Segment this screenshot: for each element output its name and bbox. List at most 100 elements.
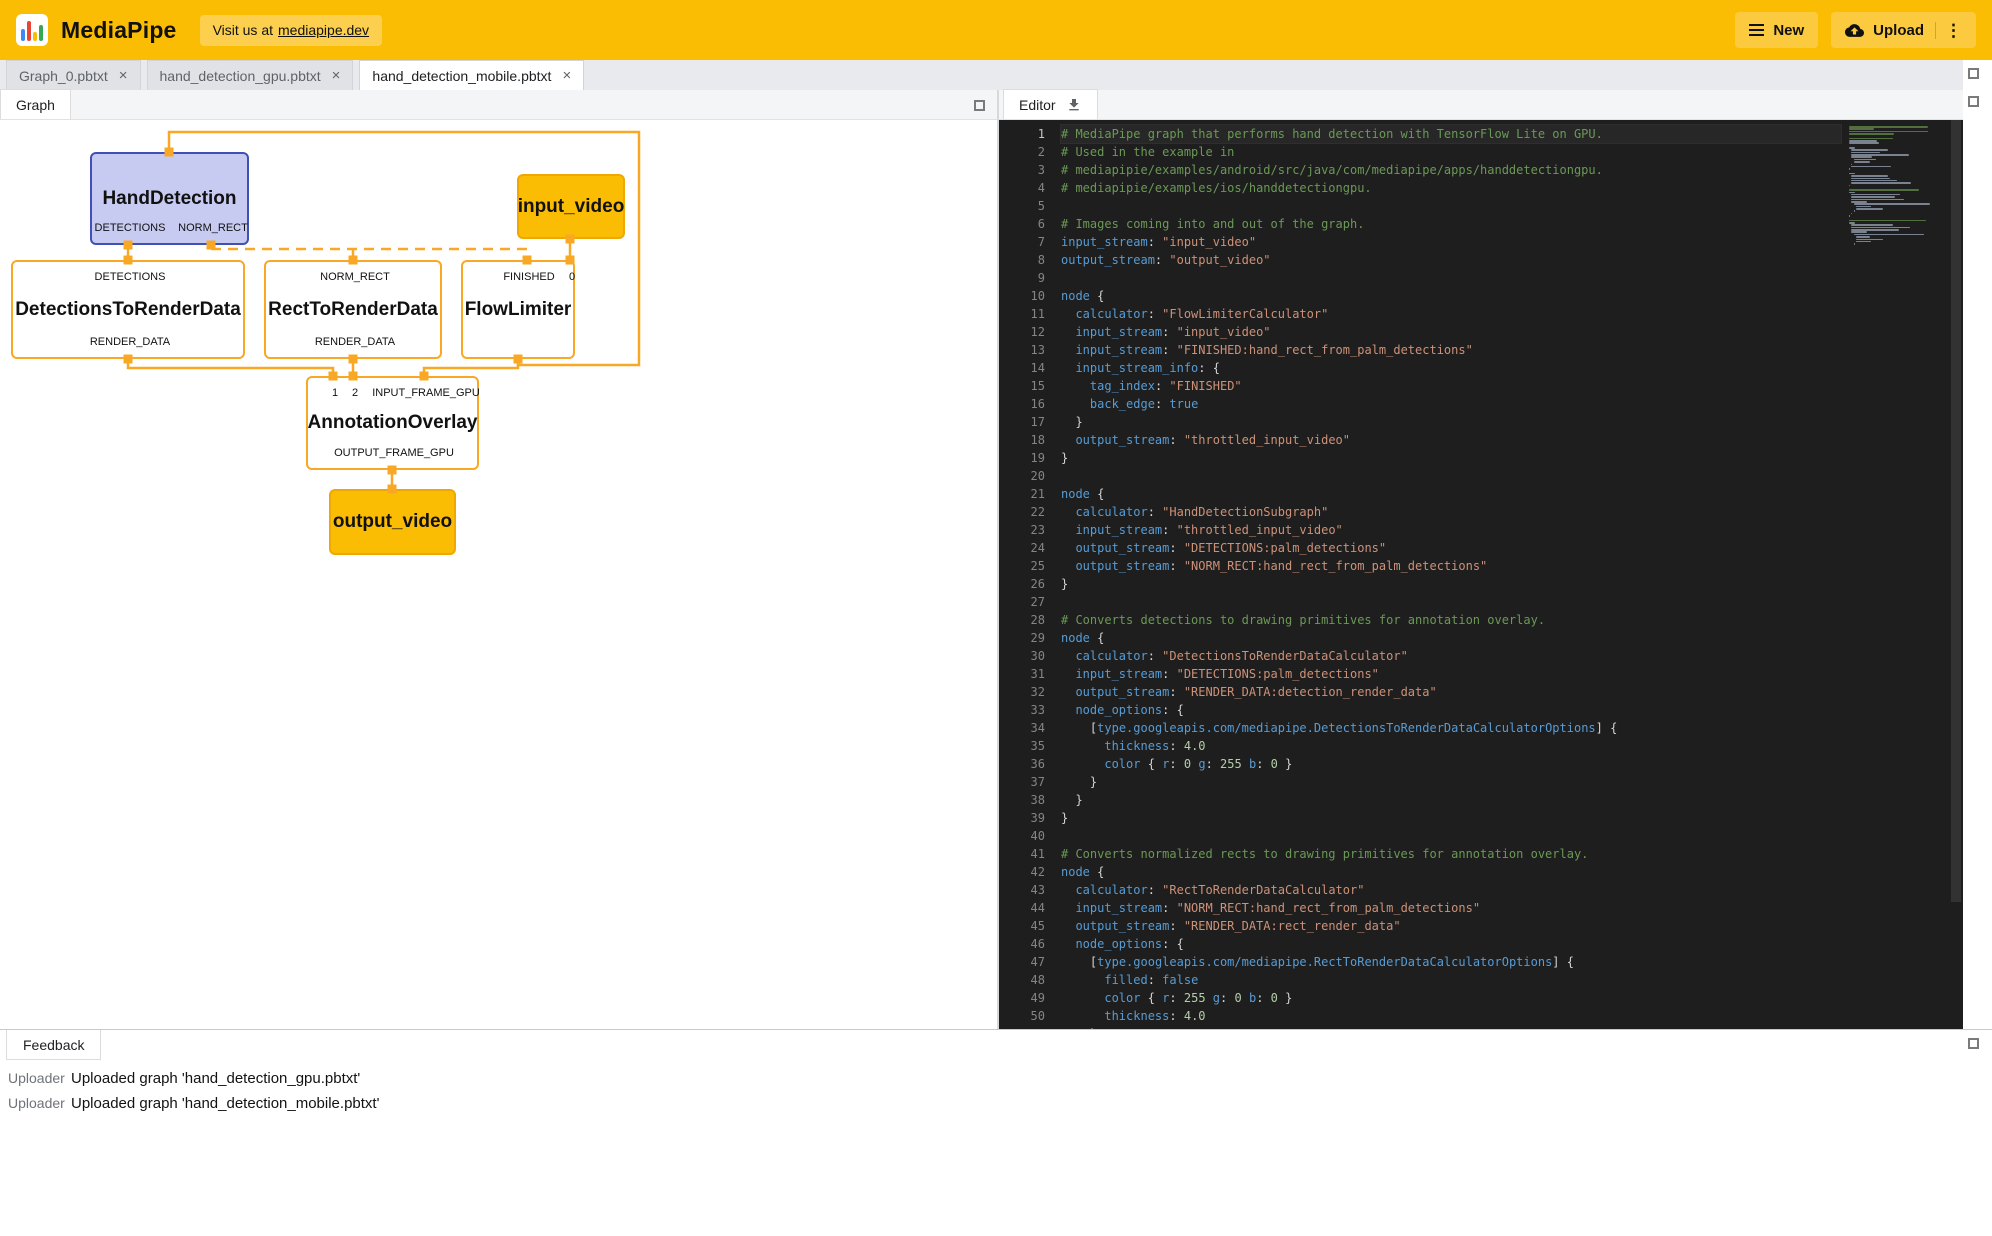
tab-graph-label: Graph: [16, 97, 55, 113]
code-line: input_stream: "FINISHED:hand_rect_from_p…: [1061, 341, 1841, 359]
line-number: 49: [999, 989, 1045, 1007]
new-button[interactable]: New: [1735, 12, 1818, 48]
line-number: 41: [999, 845, 1045, 863]
feedback-row: UploaderUploaded graph 'hand_detection_m…: [8, 1095, 379, 1112]
tab-graph[interactable]: Graph: [0, 89, 71, 119]
minimap-line: [1851, 229, 1898, 231]
line-number: 19: [999, 449, 1045, 467]
minimap-line: [1854, 234, 1924, 236]
feedback-rows: UploaderUploaded graph 'hand_detection_g…: [8, 1070, 379, 1112]
code-line: [1061, 269, 1841, 287]
minimap-line: [1851, 194, 1899, 196]
code-line: input_stream: "NORM_RECT:hand_rect_from_…: [1061, 899, 1841, 917]
line-number: 24: [999, 539, 1045, 557]
feedback-panel: Feedback UploaderUploaded graph 'hand_de…: [0, 1029, 1992, 1236]
editor-minimap[interactable]: [1849, 126, 1947, 246]
port-label: RENDER_DATA: [90, 336, 170, 348]
code-line: }: [1061, 791, 1841, 809]
tab-feedback-label: Feedback: [23, 1037, 84, 1053]
node-title: RectToRenderData: [268, 299, 438, 321]
code-editor[interactable]: 1234567891011121314151617181920212223242…: [999, 120, 1963, 1029]
minimap-line: [1849, 220, 1926, 222]
mediapipe-visualizer: MediaPipe Visit us at mediapipe.dev New …: [0, 0, 1992, 1236]
minimap-line: [1854, 243, 1855, 245]
app-header: MediaPipe Visit us at mediapipe.dev New …: [0, 0, 1992, 60]
graph-node-HandDetection[interactable]: HandDetectionDETECTIONSNORM_RECT: [90, 152, 249, 245]
code-line: input_stream: "throttled_input_video": [1061, 521, 1841, 539]
graph-node-DetectionsToRenderData[interactable]: DetectionsToRenderDataDETECTIONSRENDER_D…: [11, 260, 245, 359]
line-number: 21: [999, 485, 1045, 503]
line-number: 50: [999, 1007, 1045, 1025]
scrollbar-thumb[interactable]: [1951, 120, 1961, 902]
minimap-line: [1851, 175, 1888, 177]
minimap-line: [1849, 138, 1893, 140]
app-title: MediaPipe: [61, 17, 177, 44]
line-number: 7: [999, 233, 1045, 251]
line-number: 2: [999, 143, 1045, 161]
close-icon[interactable]: ×: [562, 68, 571, 83]
code-line: output_stream: "NORM_RECT:hand_rect_from…: [1061, 557, 1841, 575]
file-tab[interactable]: Graph_0.pbtxt×: [6, 60, 141, 90]
graph-panel-header: Graph: [0, 90, 997, 120]
code-line: color { r: 255 g: 0 b: 0 }: [1061, 989, 1841, 1007]
menu-icon: [1749, 24, 1764, 36]
new-button-label: New: [1773, 22, 1804, 39]
line-number: 40: [999, 827, 1045, 845]
graph-node-FlowLimiter[interactable]: FlowLimiterFINISHED0: [461, 260, 575, 359]
line-number: 39: [999, 809, 1045, 827]
graph-node-AnnotationOverlay[interactable]: AnnotationOverlay12INPUT_FRAME_GPUOUTPUT…: [306, 376, 479, 470]
code-line: [1061, 827, 1841, 845]
editor-scrollbar[interactable]: [1949, 120, 1963, 1029]
visit-link[interactable]: mediapipe.dev: [278, 22, 369, 38]
port-label: 0: [569, 271, 575, 283]
upload-button[interactable]: Upload ⋮: [1831, 12, 1976, 48]
maximize-editor-icon[interactable]: [1968, 96, 1979, 107]
node-title: DetectionsToRenderData: [15, 299, 241, 321]
line-number: 34: [999, 719, 1045, 737]
minimap-line: [1849, 173, 1855, 175]
tab-feedback[interactable]: Feedback: [6, 1030, 101, 1060]
mediapipe-logo-icon: [16, 14, 48, 46]
kebab-menu-icon[interactable]: ⋮: [1935, 22, 1962, 39]
feedback-source: Uploader: [8, 1095, 71, 1111]
tab-editor[interactable]: Editor: [1003, 89, 1098, 119]
line-number: 10: [999, 287, 1045, 305]
minimap-line: [1851, 166, 1891, 168]
code-line: calculator: "FlowLimiterCalculator": [1061, 305, 1841, 323]
graph-node-RectToRenderData[interactable]: RectToRenderDataNORM_RECTRENDER_DATA: [264, 260, 442, 359]
line-number: 38: [999, 791, 1045, 809]
minimap-line: [1849, 142, 1879, 144]
port-label: INPUT_FRAME_GPU: [372, 387, 480, 399]
line-number: 15: [999, 377, 1045, 395]
close-icon[interactable]: ×: [332, 68, 341, 83]
line-number: 36: [999, 755, 1045, 773]
code-line: output_stream: "throttled_input_video": [1061, 431, 1841, 449]
graph-canvas[interactable]: HandDetectionDETECTIONSNORM_RECT input_vi…: [0, 120, 997, 1029]
graph-node-output_video[interactable]: output_video: [329, 489, 456, 555]
minimap-line: [1851, 178, 1890, 180]
upload-button-label: Upload: [1873, 22, 1924, 39]
code-line: node {: [1061, 629, 1841, 647]
maximize-feedback-icon[interactable]: [1968, 1038, 1979, 1049]
line-number: 27: [999, 593, 1045, 611]
maximize-graph-icon[interactable]: [974, 100, 985, 111]
close-icon[interactable]: ×: [119, 68, 128, 83]
line-number: 44: [999, 899, 1045, 917]
maximize-tabbar-icon[interactable]: [1968, 68, 1979, 79]
port-label: 1: [332, 387, 338, 399]
editor-panel-header: Editor: [999, 90, 1963, 120]
line-number: 28: [999, 611, 1045, 629]
code-line: back_edge: true: [1061, 395, 1841, 413]
graph-node-input_video[interactable]: input_video: [517, 174, 625, 239]
file-tab[interactable]: hand_detection_mobile.pbtxt ×: [359, 60, 584, 90]
line-number: 1: [999, 125, 1045, 143]
file-tab-label: hand_detection_mobile.pbtxt: [372, 68, 551, 84]
code-line: }: [1061, 413, 1841, 431]
code-line: # Converts normalized rects to drawing p…: [1061, 845, 1841, 863]
editor-code[interactable]: # MediaPipe graph that performs hand det…: [1061, 125, 1841, 1029]
code-line: }: [1061, 809, 1841, 827]
download-icon[interactable]: [1066, 97, 1082, 113]
code-line: # mediapipie/examples/android/src/java/c…: [1061, 161, 1841, 179]
code-line: thickness: 4.0: [1061, 1007, 1841, 1025]
file-tab[interactable]: hand_detection_gpu.pbtxt×: [147, 60, 354, 90]
